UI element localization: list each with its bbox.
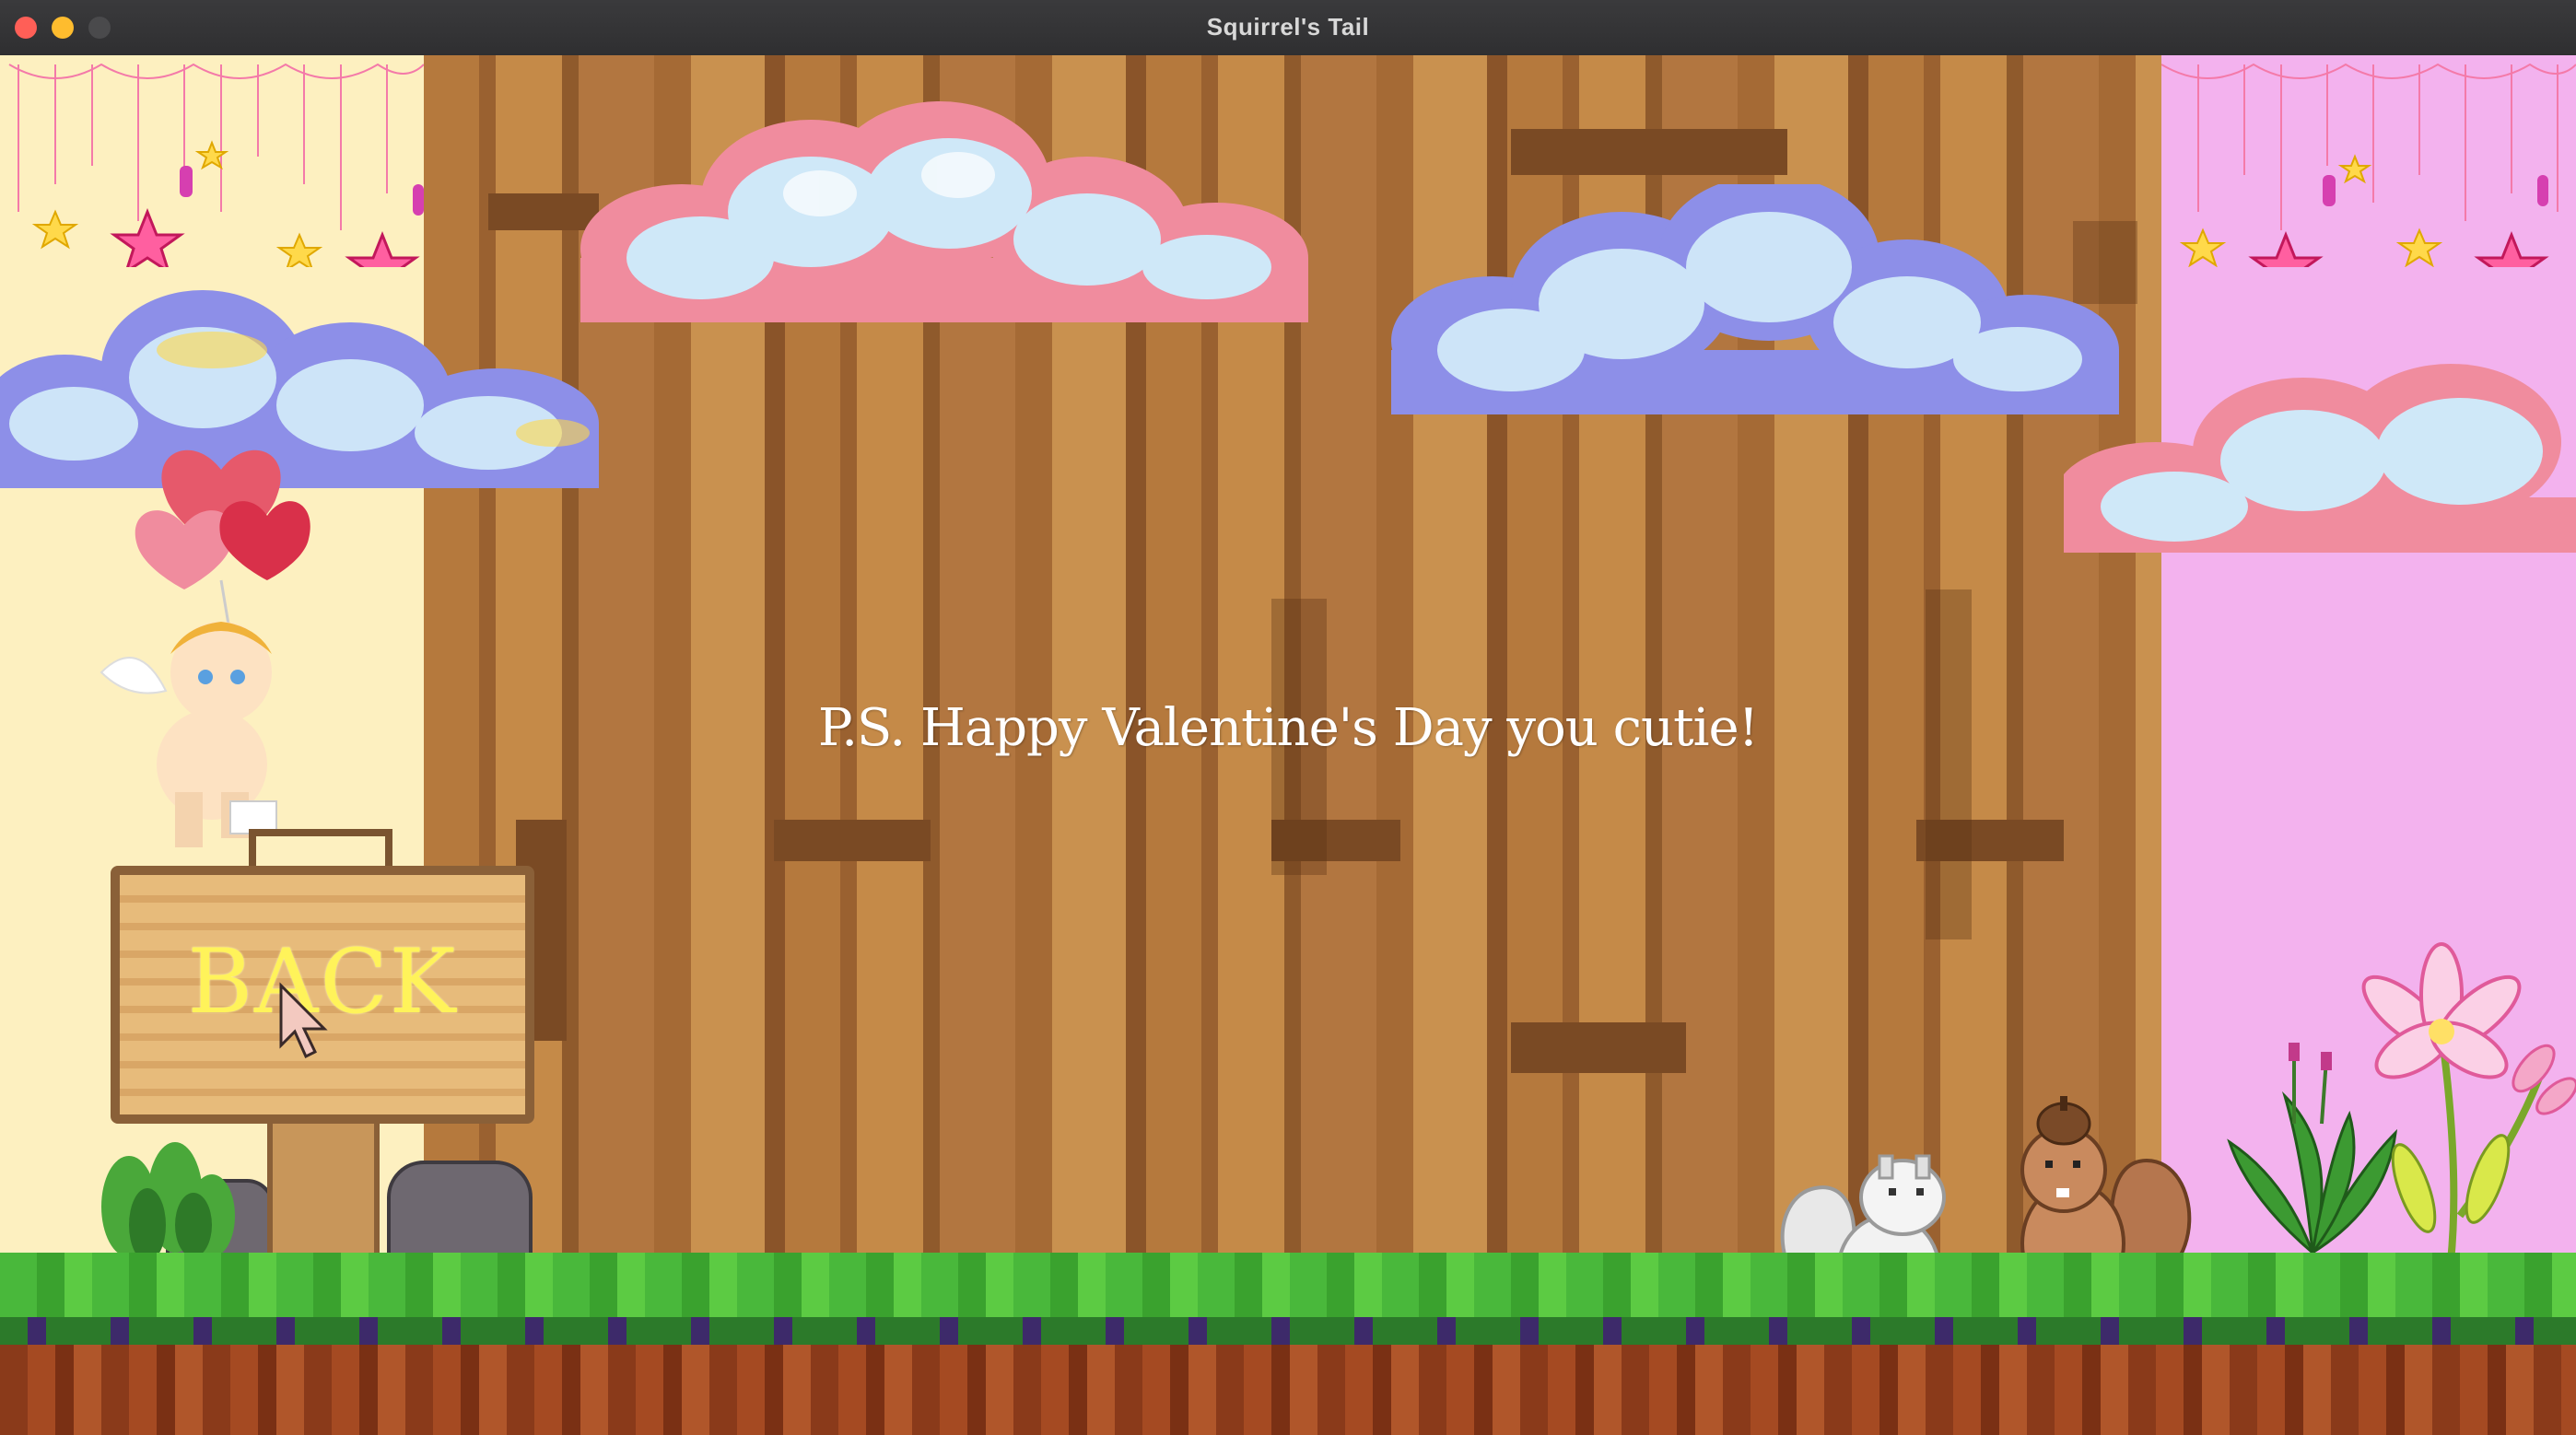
cupid-icon (100, 449, 310, 847)
pink-cloud (2064, 364, 2576, 553)
blue-cloud (1391, 184, 2119, 414)
rock (387, 1161, 533, 1260)
game-canvas[interactable]: BACK P.S. Happy Valentine's Day you cuti… (0, 55, 2576, 1435)
plank-detail (1511, 1022, 1686, 1073)
lily-flower-icon (2361, 942, 2576, 1263)
window-title: Squirrel's Tail (1206, 13, 1370, 41)
arrow-cursor-icon (279, 982, 328, 1059)
hanging-stars-decoration (2161, 63, 2576, 267)
window-titlebar: Squirrel's Tail (0, 0, 2576, 56)
pink-cloud (580, 101, 1308, 322)
grass-edge (0, 1317, 2576, 1345)
dirt-ground (0, 1345, 2576, 1435)
plank-detail (1511, 129, 1787, 175)
heart-balloons-icon (135, 449, 310, 636)
plank-detail (774, 820, 931, 861)
hanging-stars-decoration (8, 63, 424, 267)
plank-detail (1926, 589, 1972, 939)
valentine-message: P.S. Happy Valentine's Day you cutie! (817, 698, 1759, 758)
